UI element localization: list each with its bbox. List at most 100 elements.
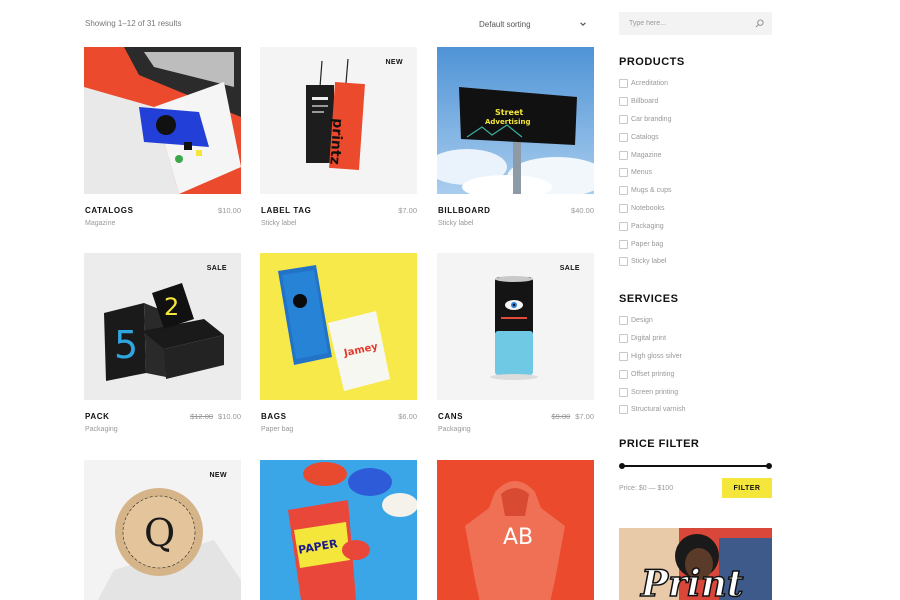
product-name[interactable]: CANS [438,412,463,421]
product-price-current: $6.00 [398,412,417,421]
category-item-sticky-label[interactable]: Sticky label [619,253,671,271]
category-item-notebooks[interactable]: Notebooks [619,200,671,218]
product-category[interactable]: Paper bag [261,426,293,433]
printer-icon [619,334,628,344]
service-item-design[interactable]: Design [619,312,685,330]
svg-text:Street: Street [495,108,523,117]
search-box [619,12,772,35]
menu-icon [619,168,628,178]
promo-banner[interactable]: Print [619,528,772,600]
car-icon [619,114,628,124]
bag-icon [619,239,628,249]
service-item-offset-printing[interactable]: Offset printing [619,365,685,383]
price-max-handle[interactable] [766,463,772,469]
catalog-icon [619,132,628,142]
mug-icon [619,186,628,196]
category-item-label: Billboard [631,98,659,106]
product-category[interactable]: Magazine [85,220,115,227]
category-item-label: Menus [631,169,653,177]
product-price: $10.00 [218,206,241,215]
product-name[interactable]: LABEL TAG [261,206,311,215]
product-price: $12.00 $10.00 [190,412,241,421]
service-item-label: Digital print [631,335,667,343]
product-price-current: $40.00 [571,206,594,215]
sale-badge: SALE [206,265,227,272]
category-item-label: Magazine [631,151,662,159]
product-card: Jamey BAGS $6.00 Paper bag [260,253,417,433]
svg-text:2: 2 [164,293,179,321]
chevron-down-icon [580,22,586,26]
product-price: $6.00 [398,412,417,421]
product-image-bottle[interactable]: Q NEW [84,460,241,600]
service-item-screen-printing[interactable]: Screen printing [619,383,685,401]
product-image-pack[interactable]: 5 2 SALE [84,253,241,400]
price-range-label: Price: $0 — $100 [619,485,674,492]
service-item-label: Offset printing [631,370,675,378]
category-item-packaging[interactable]: Packaging [619,217,671,235]
product-category[interactable]: Sticky label [261,220,296,227]
category-item-magazine[interactable]: Magazine [619,146,671,164]
search-input[interactable] [619,12,739,35]
category-item-label: Catalogs [631,133,659,141]
price-filter-title: PRICE FILTER [619,438,700,450]
category-item-mugs-cups[interactable]: Mugs & cups [619,182,671,200]
services-list: Design Digital print High gloss silver O… [619,312,685,419]
product-image-hoodie[interactable]: AB [437,460,594,600]
category-item-paper-bag[interactable]: Paper bag [619,235,671,253]
filter-button[interactable]: FILTER [722,478,772,498]
product-name[interactable]: PACK [85,412,109,421]
category-item-acreditation[interactable]: Acreditation [619,75,671,93]
product-card: Q NEW [84,460,241,600]
service-item-label: Screen printing [631,388,679,396]
product-price-current: $10.00 [218,206,241,215]
badge-icon [619,79,628,89]
product-image-cups[interactable]: PAPER [260,460,417,600]
svg-text:Advertising: Advertising [485,118,531,126]
product-price: $7.00 [398,206,417,215]
product-category[interactable]: Packaging [85,426,118,433]
search-icon[interactable] [755,19,764,28]
service-item-label: Structural varnish [631,406,686,414]
category-item-label: Packaging [631,222,664,230]
product-card: SALE CANS $9.00 $7.00 Packaging [437,253,594,433]
products-widget-title: PRODUCTS [619,56,685,68]
service-item-structural-varnish[interactable]: Structural varnish [619,401,685,419]
sale-badge: SALE [559,265,580,272]
notebook-icon [619,203,628,213]
product-name[interactable]: BAGS [261,412,287,421]
screen-print-icon [619,387,628,397]
product-card: AB [437,460,594,600]
category-item-car-branding[interactable]: Car branding [619,111,671,129]
product-card: Street Advertising BILLBOARD $40.00 Stic… [437,47,594,227]
category-item-label: Mugs & cups [631,187,672,195]
product-name[interactable]: CATALOGS [85,206,134,215]
sorting-select[interactable]: Default sorting [479,14,587,34]
category-item-label: Sticky label [631,258,667,266]
service-item-digital-print[interactable]: Digital print [619,330,685,348]
design-icon [619,316,628,326]
category-item-billboard[interactable]: Billboard [619,93,671,111]
product-image-catalogs[interactable] [84,47,241,194]
category-item-label: Acreditation [631,80,668,88]
price-min-handle[interactable] [619,463,625,469]
category-item-catalogs[interactable]: Catalogs [619,128,671,146]
product-name[interactable]: BILLBOARD [438,206,491,215]
offset-printer-icon [619,369,628,379]
service-item-label: High gloss silver [631,352,682,360]
product-category[interactable]: Sticky label [438,220,473,227]
new-badge: NEW [385,59,403,66]
service-item-high-gloss-silver[interactable]: High gloss silver [619,348,685,366]
product-image-bags[interactable]: Jamey [260,253,417,400]
product-image-billboard[interactable]: Street Advertising [437,47,594,194]
product-category[interactable]: Packaging [438,426,471,433]
svg-text:printz: printz [326,118,345,166]
category-item-menus[interactable]: Menus [619,164,671,182]
product-price-current: $7.00 [398,206,417,215]
price-range-slider[interactable] [619,462,772,470]
new-badge: NEW [209,472,227,479]
product-image-cans[interactable]: SALE [437,253,594,400]
svg-text:AB: AB [503,525,533,550]
product-image-label-tag[interactable]: printz NEW [260,47,417,194]
services-widget-title: SERVICES [619,293,679,305]
product-price: $9.00 $7.00 [551,412,594,421]
